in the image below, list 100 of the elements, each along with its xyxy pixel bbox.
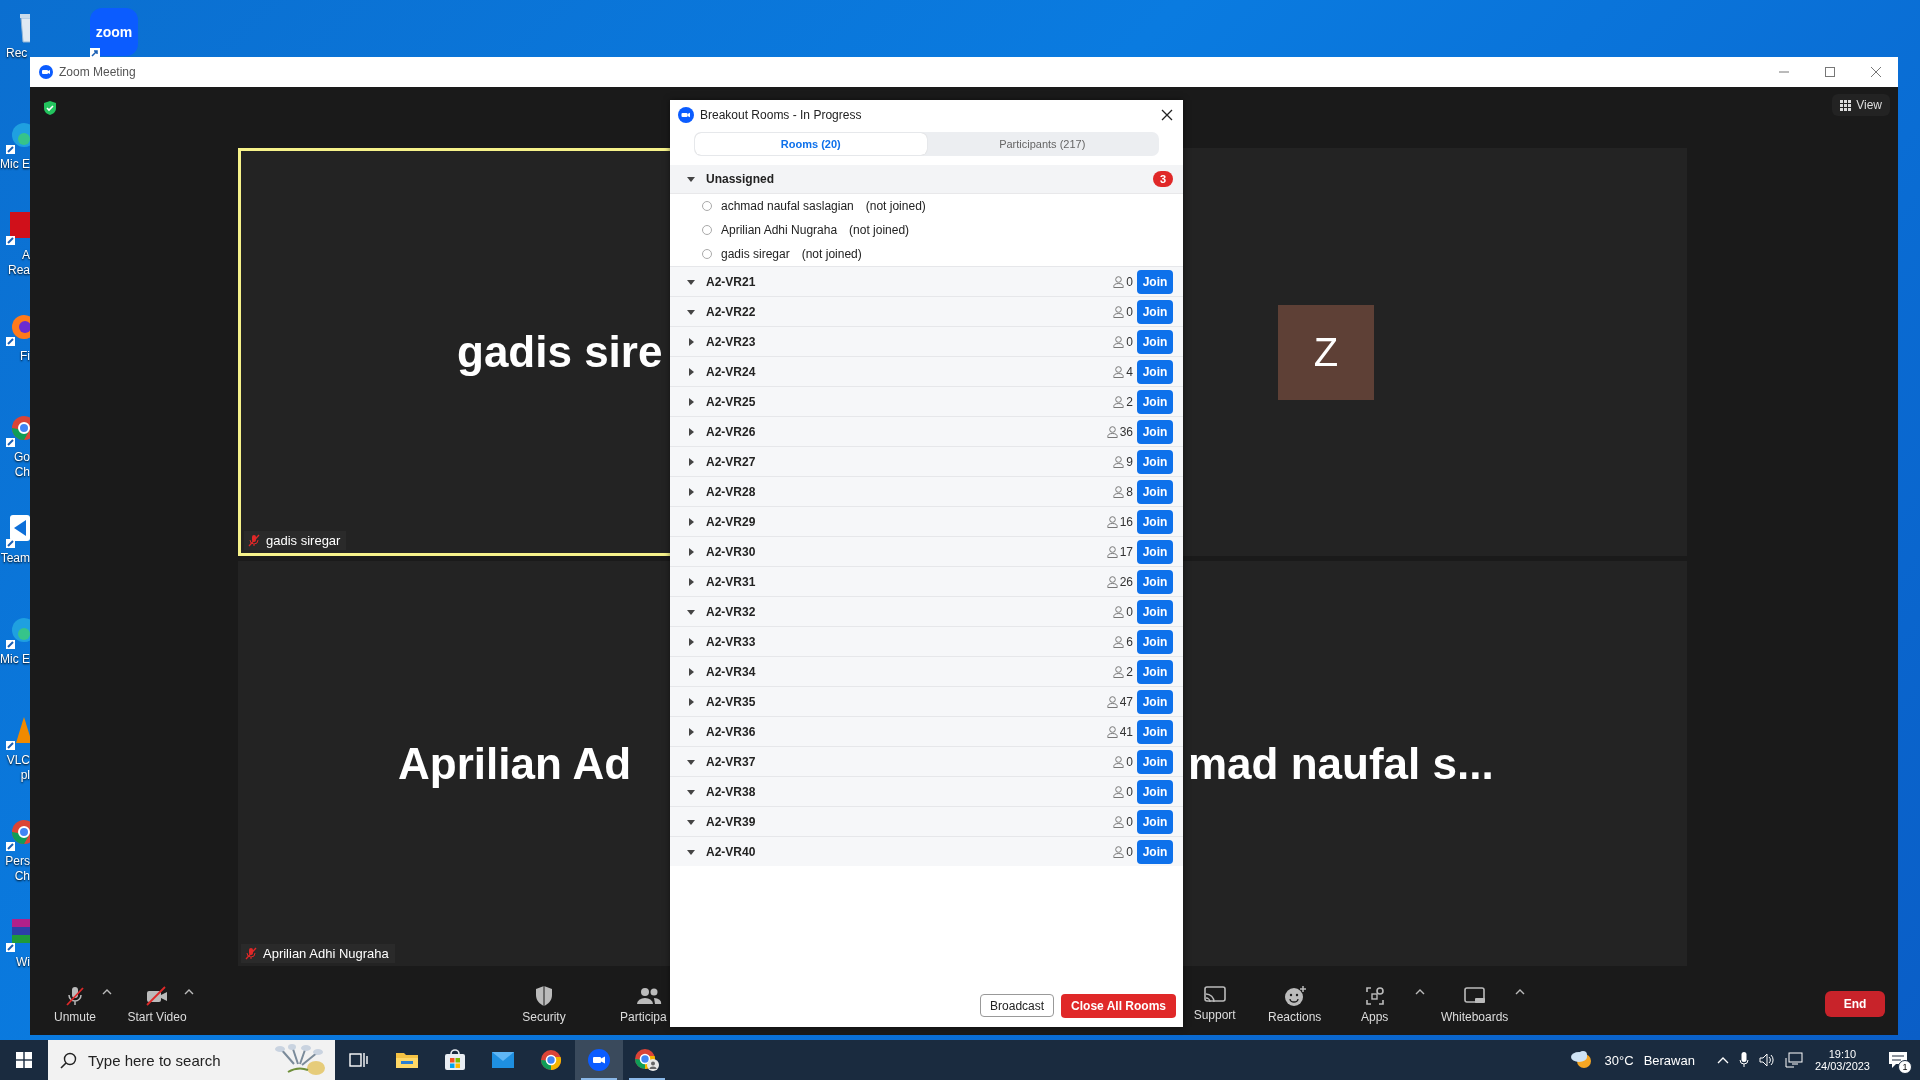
join-button[interactable]: Join (1137, 269, 1173, 294)
room-row[interactable]: A2-VR34 2 Join (670, 656, 1183, 686)
caret-icon[interactable] (687, 337, 695, 346)
room-row[interactable]: A2-VR40 0 Join (670, 836, 1183, 866)
chrome-profile-icon[interactable] (634, 1048, 660, 1072)
zoom-shortcut[interactable]: zoom (90, 8, 138, 56)
join-button[interactable]: Join (1137, 809, 1173, 834)
caret-icon[interactable] (687, 757, 695, 766)
caret-icon[interactable] (687, 817, 695, 826)
room-row[interactable]: A2-VR28 8 Join (670, 476, 1183, 506)
caret-icon[interactable] (687, 547, 695, 556)
room-row[interactable]: A2-VR24 4 Join (670, 356, 1183, 386)
caret-icon[interactable] (687, 637, 695, 646)
join-button[interactable]: Join (1137, 689, 1173, 714)
caret-icon[interactable] (687, 397, 695, 406)
reactions-button[interactable]: Reactions (1258, 984, 1331, 1024)
room-row[interactable]: A2-VR39 0 Join (670, 806, 1183, 836)
caret-icon[interactable] (1414, 988, 1425, 995)
search-field[interactable]: Type here to search (48, 1040, 335, 1080)
security-button[interactable]: Security (508, 984, 580, 1024)
caret-icon[interactable] (102, 988, 112, 995)
join-button[interactable]: Join (1137, 839, 1173, 864)
caret-icon[interactable] (687, 487, 695, 496)
close-icon[interactable] (1161, 109, 1173, 121)
room-row[interactable]: A2-VR30 17 Join (670, 536, 1183, 566)
room-row[interactable]: A2-VR36 41 Join (670, 716, 1183, 746)
speaker-icon[interactable] (1758, 1053, 1775, 1067)
join-button[interactable]: Join (1137, 719, 1173, 744)
view-button[interactable]: View (1832, 94, 1890, 116)
app-shortcut-icon[interactable] (6, 717, 30, 751)
room-row[interactable]: A2-VR26 36 Join (670, 416, 1183, 446)
participants-button[interactable]: Participa (620, 984, 667, 1024)
room-row[interactable]: A2-VR35 47 Join (670, 686, 1183, 716)
room-row[interactable]: A2-VR32 0 Join (670, 596, 1183, 626)
app-shortcut-icon[interactable] (6, 212, 30, 246)
folder-icon[interactable] (395, 1050, 419, 1070)
join-button[interactable]: Join (1137, 359, 1173, 384)
join-button[interactable]: Join (1137, 629, 1173, 654)
room-row[interactable]: A2-VR31 26 Join (670, 566, 1183, 596)
start-icon[interactable] (16, 1052, 32, 1068)
caret-icon[interactable] (687, 307, 695, 316)
apps-button[interactable]: Apps (1338, 984, 1411, 1024)
join-button[interactable]: Join (1137, 599, 1173, 624)
microphone-icon[interactable] (1738, 1052, 1749, 1068)
caret-icon[interactable] (687, 517, 695, 526)
unmute-button[interactable]: Unmute (44, 984, 106, 1024)
room-row[interactable]: A2-VR29 16 Join (670, 506, 1183, 536)
caret-icon[interactable] (687, 727, 695, 736)
join-button[interactable]: Join (1137, 479, 1173, 504)
caret-icon[interactable] (1514, 988, 1525, 995)
security-shield-icon[interactable] (42, 100, 58, 116)
room-row[interactable]: A2-VR27 9 Join (670, 446, 1183, 476)
zoom-app-icon[interactable] (587, 1048, 611, 1072)
tab[interactable]: Participants (217) (926, 133, 1158, 155)
caret-icon[interactable] (687, 577, 695, 586)
room-row[interactable]: A2-VR33 6 Join (670, 626, 1183, 656)
join-button[interactable]: Join (1137, 779, 1173, 804)
join-button[interactable]: Join (1137, 569, 1173, 594)
caret-icon[interactable] (184, 988, 194, 995)
join-button[interactable]: Join (1137, 389, 1173, 414)
join-button[interactable]: Join (1137, 539, 1173, 564)
support-button[interactable]: Support (1178, 984, 1251, 1022)
start-video-button[interactable]: Start Video (126, 984, 188, 1024)
app-shortcut-icon[interactable] (6, 919, 30, 953)
notification-button[interactable]: 1 (1880, 1040, 1916, 1080)
join-button[interactable]: Join (1137, 299, 1173, 324)
join-button[interactable]: Join (1137, 329, 1173, 354)
caret-icon[interactable] (687, 697, 695, 706)
room-row[interactable]: A2-VR37 0 Join (670, 746, 1183, 776)
app-shortcut-icon[interactable] (6, 515, 30, 549)
caret-icon[interactable] (687, 667, 695, 676)
room-row[interactable]: A2-VR22 0 Join (670, 296, 1183, 326)
caret-icon[interactable] (687, 457, 695, 466)
tab[interactable]: Rooms (20) (695, 133, 927, 155)
join-button[interactable]: Join (1137, 749, 1173, 774)
temperature[interactable]: 30°C (1604, 1052, 1634, 1068)
caret-icon[interactable] (687, 787, 695, 796)
caret-icon[interactable] (687, 175, 695, 183)
caret-icon[interactable] (687, 847, 695, 856)
join-button[interactable]: Join (1137, 509, 1173, 534)
clock[interactable]: 19:10 24/03/2023 (1814, 1048, 1870, 1072)
room-row[interactable]: A2-VR25 2 Join (670, 386, 1183, 416)
chevron-up-icon[interactable] (1716, 1056, 1729, 1064)
join-button[interactable]: Join (1137, 659, 1173, 684)
room-row[interactable]: A2-VR23 0 Join (670, 326, 1183, 356)
network-icon[interactable] (1784, 1052, 1803, 1068)
broadcast-button[interactable]: Broadcast (980, 994, 1055, 1017)
mail-icon[interactable] (491, 1051, 515, 1069)
whiteboards-button[interactable]: Whiteboards (1438, 984, 1511, 1024)
join-button[interactable]: Join (1137, 419, 1173, 444)
caret-icon[interactable] (687, 427, 695, 436)
caret-icon[interactable] (687, 607, 695, 616)
unassigned-header[interactable]: Unassigned 3 (670, 165, 1183, 194)
room-row[interactable]: A2-VR38 0 Join (670, 776, 1183, 806)
task-view-icon[interactable] (349, 1051, 369, 1069)
room-row[interactable]: A2-VR21 0 Join (670, 266, 1183, 296)
caret-icon[interactable] (687, 277, 695, 286)
chrome-icon[interactable] (540, 1049, 562, 1071)
maximize-icon[interactable] (1824, 66, 1836, 78)
join-button[interactable]: Join (1137, 449, 1173, 474)
